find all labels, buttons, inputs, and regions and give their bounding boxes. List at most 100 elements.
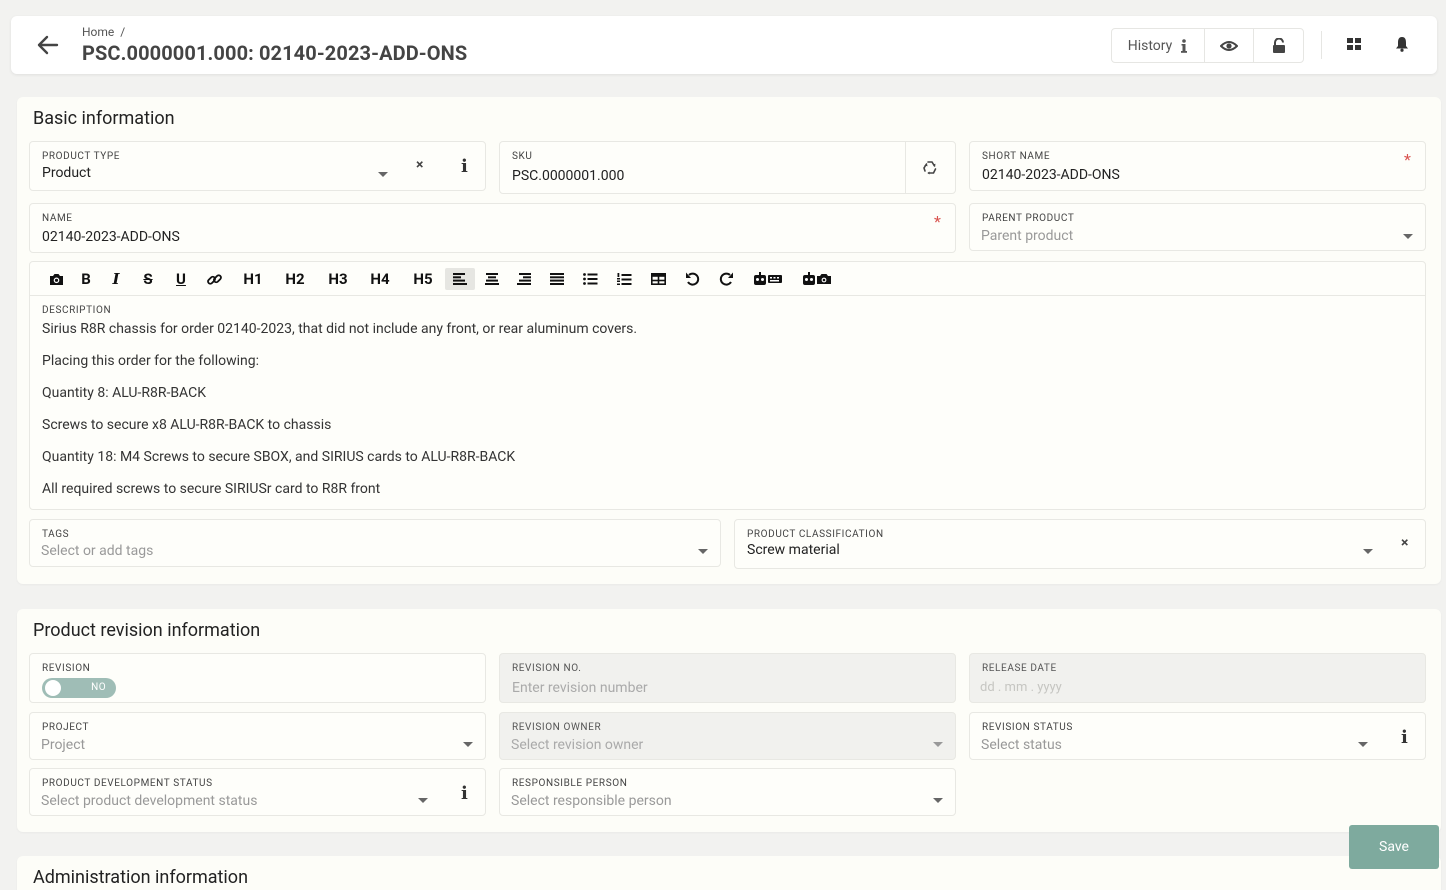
tags-select[interactable]: TAGS Select or add tags	[29, 519, 721, 567]
revision-owner-placeholder: Select revision owner	[511, 737, 644, 753]
strikethrough-button[interactable]: S	[138, 268, 158, 290]
redo-icon	[719, 272, 733, 286]
numbered-list-button[interactable]	[613, 268, 635, 290]
name-field[interactable]: NAME 02140-2023-ADD-ONS *	[29, 203, 956, 253]
chevron-down-icon[interactable]	[698, 549, 708, 554]
save-button[interactable]: Save	[1349, 825, 1439, 869]
description-line: Quantity 18: M4 Screws to secure SBOX, a…	[42, 449, 516, 465]
info-icon	[1181, 38, 1188, 53]
parent-product-label: PARENT PRODUCT	[982, 213, 1075, 224]
product-classification-label: PRODUCT CLASSIFICATION	[747, 529, 884, 540]
chevron-down-icon[interactable]	[378, 172, 388, 177]
lock-button[interactable]	[1254, 29, 1303, 62]
clear-icon[interactable]: ×	[1401, 535, 1408, 551]
link-button[interactable]	[204, 268, 224, 290]
history-button[interactable]: History	[1112, 29, 1205, 62]
required-marker: *	[1404, 150, 1411, 169]
name-label: NAME	[42, 213, 73, 224]
editor-toolbar: B I S U H1 H2 H3 H4 H5	[30, 262, 1425, 296]
product-classification-select[interactable]: PRODUCT CLASSIFICATION Screw material ×	[734, 519, 1426, 569]
preview-button[interactable]	[1205, 29, 1254, 62]
heading-1-button[interactable]: H1	[238, 268, 268, 290]
project-select[interactable]: PROJECT Project	[29, 712, 486, 760]
heading-5-button[interactable]: H5	[408, 268, 438, 290]
align-left-button[interactable]	[445, 268, 475, 290]
clear-icon[interactable]: ×	[416, 157, 423, 173]
sku-label: SKU	[512, 151, 533, 162]
description-line: Sirius R8R chassis for order 02140-2023,…	[42, 321, 638, 337]
responsible-person-select[interactable]: RESPONSIBLE PERSON Select responsible pe…	[499, 768, 956, 816]
align-center-icon	[485, 273, 499, 285]
revision-owner-select[interactable]: REVISION OWNER Select revision owner	[499, 712, 956, 760]
chevron-down-icon[interactable]	[418, 798, 428, 803]
ai-image-button[interactable]	[801, 268, 833, 290]
undo-button[interactable]	[681, 268, 703, 290]
required-marker: *	[934, 212, 941, 231]
product-development-status-placeholder: Select product development status	[41, 793, 258, 809]
product-development-status-label: PRODUCT DEVELOPMENT STATUS	[42, 778, 213, 789]
back-button[interactable]	[37, 35, 59, 55]
breadcrumb-home[interactable]: Home	[82, 25, 114, 39]
bold-button[interactable]: B	[77, 268, 95, 290]
insert-table-button[interactable]	[647, 268, 669, 290]
revision-status-label: REVISION STATUS	[982, 722, 1073, 733]
description-editor[interactable]: B I S U H1 H2 H3 H4 H5 DESCRIPTION Siriu…	[29, 261, 1426, 510]
page-header: Home / PSC.0000001.000: 02140-2023-ADD-ON…	[11, 16, 1437, 74]
tags-placeholder: Select or add tags	[41, 543, 154, 559]
toggle-knob	[45, 680, 61, 696]
chevron-down-icon[interactable]	[933, 742, 943, 747]
bell-icon	[1396, 37, 1408, 52]
align-justify-icon	[550, 273, 564, 285]
notifications-button[interactable]	[1394, 36, 1412, 54]
sku-divider	[905, 142, 906, 193]
ai-assistant-button[interactable]	[752, 268, 784, 290]
info-icon[interactable]: i	[461, 156, 468, 177]
link-icon	[206, 273, 222, 285]
product-type-value: Product	[42, 165, 91, 181]
redo-button[interactable]	[715, 268, 737, 290]
revision-toggle[interactable]: NO	[42, 678, 116, 698]
italic-button[interactable]: I	[108, 268, 124, 290]
product-type-label: PRODUCT TYPE	[42, 151, 121, 162]
heading-2-button[interactable]: H2	[280, 268, 310, 290]
heading-3-button[interactable]: H3	[323, 268, 353, 290]
layout-button[interactable]	[1346, 36, 1364, 54]
responsible-person-label: RESPONSIBLE PERSON	[512, 778, 628, 789]
header-divider	[1321, 31, 1322, 59]
numbered-list-icon	[616, 272, 631, 285]
revision-number-label: REVISION NO.	[512, 663, 582, 674]
parent-product-select[interactable]: PARENT PRODUCT Parent product	[969, 203, 1426, 251]
revision-number-input[interactable]: REVISION NO. Enter revision number	[499, 653, 956, 703]
tags-label: TAGS	[42, 529, 70, 540]
insert-image-button[interactable]	[46, 268, 66, 290]
chevron-down-icon[interactable]	[1363, 549, 1373, 554]
short-name-field[interactable]: SHORT NAME 02140-2023-ADD-ONS *	[969, 141, 1426, 191]
underline-button[interactable]: U	[171, 268, 191, 290]
camera-icon	[49, 273, 63, 285]
short-name-value: 02140-2023-ADD-ONS	[982, 167, 1120, 183]
regenerate-sku-button[interactable]	[922, 160, 938, 180]
chevron-down-icon[interactable]	[933, 798, 943, 803]
revision-status-select[interactable]: REVISION STATUS Select status i	[969, 712, 1426, 760]
bullet-list-button[interactable]	[579, 268, 601, 290]
chevron-down-icon[interactable]	[1358, 742, 1368, 747]
revision-label: REVISION	[42, 663, 91, 674]
info-icon[interactable]: i	[461, 783, 468, 804]
chevron-down-icon[interactable]	[1403, 234, 1413, 239]
short-name-label: SHORT NAME	[982, 151, 1051, 162]
undo-icon	[685, 272, 699, 286]
heading-4-button[interactable]: H4	[365, 268, 395, 290]
align-right-icon	[517, 273, 531, 285]
align-center-button[interactable]	[481, 268, 503, 290]
sku-field[interactable]: SKU PSC.0000001.000	[499, 141, 956, 194]
product-type-select[interactable]: PRODUCT TYPE Product × i	[29, 141, 486, 191]
product-development-status-select[interactable]: PRODUCT DEVELOPMENT STATUS Select produc…	[29, 768, 486, 816]
chevron-down-icon[interactable]	[463, 742, 473, 747]
release-date-placeholder: dd . mm . yyyy	[980, 680, 1062, 695]
align-right-button[interactable]	[513, 268, 535, 290]
justify-button[interactable]	[546, 268, 568, 290]
basic-information-title: Basic information	[33, 108, 175, 129]
description-line: Screws to secure x8 ALU-R8R-BACK to chas…	[42, 417, 332, 433]
info-icon[interactable]: i	[1401, 727, 1408, 748]
release-date-input[interactable]: RELEASE DATE dd . mm . yyyy	[969, 653, 1426, 703]
